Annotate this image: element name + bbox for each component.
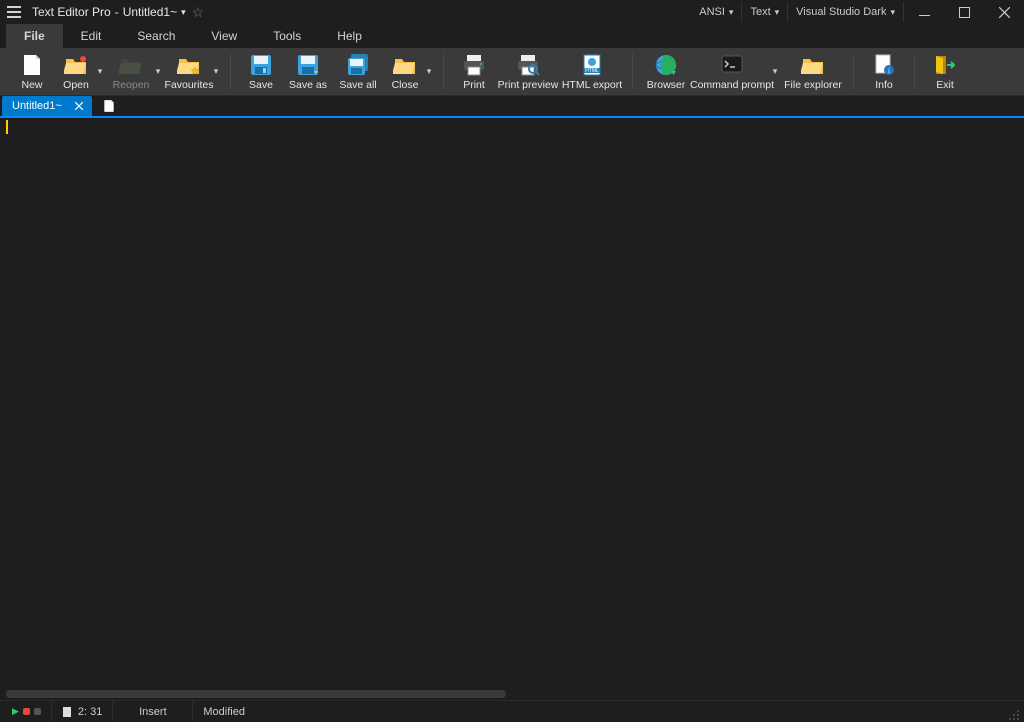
- menu-label: File: [24, 29, 45, 43]
- htmlexport-label: HTML export: [562, 79, 622, 91]
- fileexplorer-label: File explorer: [784, 79, 842, 91]
- cursor-position: 2: 31: [52, 701, 113, 722]
- stop-icon[interactable]: [34, 708, 41, 715]
- browser-button[interactable]: Browser: [641, 50, 691, 93]
- svg-text:HTML: HTML: [585, 68, 599, 74]
- document-tab[interactable]: Untitled1~: [2, 96, 92, 116]
- menu-view[interactable]: View: [193, 24, 255, 48]
- printpreview-label: Print preview: [498, 79, 559, 91]
- resize-grip-icon[interactable]: [1006, 707, 1020, 721]
- encoding-dropdown[interactable]: ANSI ▾: [691, 2, 742, 22]
- ribbon-group-print: Print Print preview HTML HTML export: [446, 50, 630, 93]
- ribbon-group-exit: Exit: [917, 50, 973, 93]
- print-button[interactable]: Print: [452, 50, 496, 93]
- saveas-button[interactable]: Save as: [283, 50, 333, 93]
- open-label: Open: [63, 79, 89, 91]
- close-icon[interactable]: [72, 99, 86, 113]
- star-icon[interactable]: ☆: [192, 4, 205, 21]
- save-button[interactable]: Save: [239, 50, 283, 93]
- info-button[interactable]: i Info: [862, 50, 906, 93]
- tabstrip: Untitled1~: [0, 96, 1024, 118]
- browser-label: Browser: [647, 79, 686, 91]
- insert-mode[interactable]: Insert: [113, 701, 193, 722]
- favourites-label: Favourites: [164, 79, 213, 91]
- filetype-dropdown[interactable]: Text ▾: [742, 2, 788, 22]
- cursor-text: 2: 31: [78, 706, 102, 718]
- menu-label: Edit: [81, 29, 102, 43]
- scrollbar-thumb[interactable]: [6, 690, 506, 698]
- ribbon-group-tools: Browser Command prompt ▾ File explorer: [635, 50, 851, 93]
- menu-tools[interactable]: Tools: [255, 24, 319, 48]
- title-separator: -: [115, 5, 119, 19]
- chevron-down-icon: ▾: [890, 7, 895, 18]
- fileexplorer-button[interactable]: File explorer: [781, 50, 845, 93]
- ribbon-group-info: i Info: [856, 50, 912, 93]
- app-window: Text Editor Pro - Untitled1~ ▾ ☆ ANSI ▾ …: [0, 0, 1024, 722]
- ribbon-toolbar: New Open ▾ Reopen ▾ Favourites ▾ Save: [0, 48, 1024, 96]
- mode-label: Insert: [139, 706, 167, 718]
- printpreview-button[interactable]: Print preview: [496, 50, 560, 93]
- saveas-label: Save as: [289, 79, 327, 91]
- menubar: File Edit Search View Tools Help: [0, 24, 1024, 48]
- menu-label: Tools: [273, 29, 301, 43]
- menu-label: View: [211, 29, 237, 43]
- chevron-down-icon: ▾: [729, 7, 734, 18]
- htmlexport-button[interactable]: HTML HTML export: [560, 50, 624, 93]
- text-editor[interactable]: [0, 118, 1024, 688]
- document-icon: [62, 706, 72, 718]
- play-icon[interactable]: ▶: [12, 706, 19, 717]
- close-button[interactable]: [984, 0, 1024, 24]
- text-caret: [6, 120, 8, 134]
- open-button[interactable]: Open: [54, 50, 98, 93]
- menu-help[interactable]: Help: [319, 24, 380, 48]
- exit-label: Exit: [936, 79, 954, 91]
- info-label: Info: [875, 79, 893, 91]
- encoding-label: ANSI: [699, 6, 725, 18]
- svg-text:i: i: [888, 67, 890, 75]
- commandprompt-label: Command prompt: [690, 79, 774, 91]
- titlebar: Text Editor Pro - Untitled1~ ▾ ☆ ANSI ▾ …: [0, 0, 1024, 24]
- new-tab-button[interactable]: [98, 96, 120, 116]
- menu-icon[interactable]: [4, 2, 24, 22]
- modified-status: Modified: [193, 701, 255, 722]
- ribbon-group-file: New Open ▾ Reopen ▾ Favourites ▾: [4, 50, 228, 93]
- maximize-button[interactable]: [944, 0, 984, 24]
- reopen-button: Reopen: [106, 50, 156, 93]
- macro-controls[interactable]: ▶: [2, 701, 52, 722]
- close-file-button[interactable]: Close: [383, 50, 427, 93]
- save-label: Save: [249, 79, 273, 91]
- window-controls: [904, 0, 1024, 24]
- menu-file[interactable]: File: [6, 24, 63, 48]
- favourites-button[interactable]: Favourites: [164, 50, 214, 93]
- window-title: Text Editor Pro - Untitled1~ ▾: [32, 5, 186, 19]
- document-name: Untitled1~: [123, 5, 177, 19]
- editor-area: [0, 118, 1024, 700]
- record-icon[interactable]: [23, 708, 30, 715]
- close-file-label: Close: [392, 79, 419, 91]
- tab-label: Untitled1~: [12, 100, 62, 112]
- theme-dropdown[interactable]: Visual Studio Dark ▾: [788, 2, 904, 22]
- filetype-label: Text: [750, 6, 770, 18]
- horizontal-scrollbar[interactable]: [0, 688, 1024, 700]
- menu-search[interactable]: Search: [119, 24, 193, 48]
- new-label: New: [21, 79, 42, 91]
- print-label: Print: [463, 79, 485, 91]
- exit-button[interactable]: Exit: [923, 50, 967, 93]
- commandprompt-button[interactable]: Command prompt: [691, 50, 773, 93]
- ribbon-group-save: Save Save as Save all Close ▾: [233, 50, 441, 93]
- new-button[interactable]: New: [10, 50, 54, 93]
- saveall-label: Save all: [339, 79, 376, 91]
- modified-label: Modified: [203, 706, 245, 718]
- menu-edit[interactable]: Edit: [63, 24, 120, 48]
- reopen-label: Reopen: [113, 79, 150, 91]
- chevron-down-icon[interactable]: ▾: [181, 7, 186, 18]
- app-name: Text Editor Pro: [32, 5, 111, 19]
- menu-label: Search: [137, 29, 175, 43]
- theme-label: Visual Studio Dark: [796, 6, 886, 18]
- saveall-button[interactable]: Save all: [333, 50, 383, 93]
- minimize-button[interactable]: [904, 0, 944, 24]
- menu-label: Help: [337, 29, 362, 43]
- chevron-down-icon: ▾: [775, 7, 780, 18]
- statusbar: ▶ 2: 31 Insert Modified: [0, 700, 1024, 722]
